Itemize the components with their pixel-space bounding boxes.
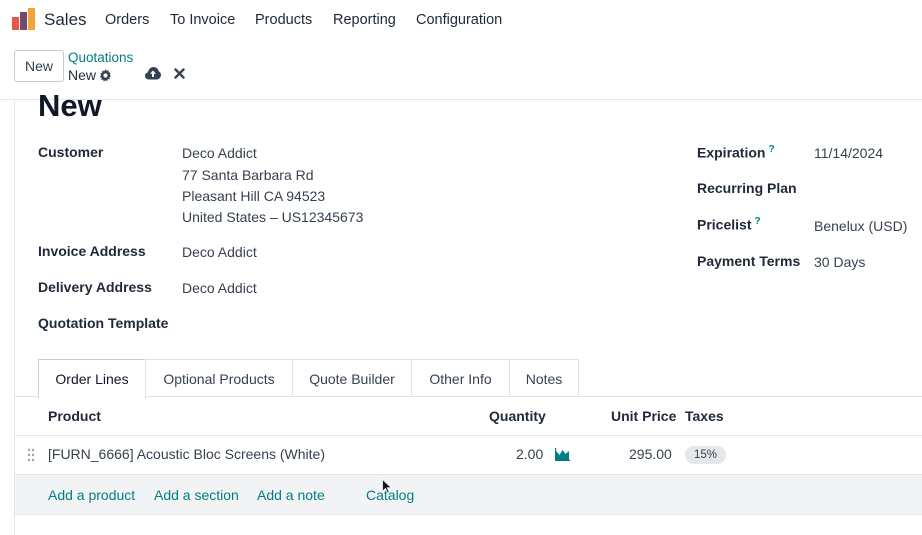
discard-icon[interactable] — [174, 68, 185, 79]
tax-badge[interactable]: 15% — [685, 446, 727, 464]
line-quantity[interactable]: 2.00 — [516, 446, 543, 462]
pricelist-field[interactable]: Benelux (USD) — [814, 218, 907, 234]
tab-other-info[interactable]: Other Info — [411, 359, 510, 397]
tabs-underline — [14, 396, 922, 397]
header-separator — [14, 435, 922, 436]
control-panel-divider — [0, 99, 922, 100]
tab-notes[interactable]: Notes — [509, 359, 579, 397]
add-line-row — [15, 475, 922, 515]
area-chart-icon[interactable] — [555, 448, 570, 461]
pricelist-label-text: Pricelist — [697, 216, 752, 233]
breadcrumb-quotations[interactable]: Quotations — [68, 50, 133, 65]
active-tab-gap — [39, 395, 145, 397]
add-section-link[interactable]: Add a section — [154, 487, 239, 503]
customer-country: United States – US12345673 — [182, 209, 364, 225]
add-row-separator — [14, 514, 922, 515]
menu-products[interactable]: Products — [255, 12, 312, 28]
sales-app-icon[interactable] — [12, 8, 36, 30]
column-quantity[interactable]: Quantity — [489, 408, 546, 424]
quotation-template-field[interactable] — [182, 316, 382, 334]
form-sheet-edge — [14, 100, 15, 535]
invoice-address-field[interactable]: Deco Addict — [182, 244, 257, 260]
delivery-address-field[interactable]: Deco Addict — [182, 280, 257, 296]
invoice-address-label: Invoice Address — [38, 243, 146, 259]
breadcrumb-current: New — [68, 67, 112, 83]
column-product[interactable]: Product — [48, 408, 101, 424]
app-name[interactable]: Sales — [44, 10, 87, 30]
tab-optional-products[interactable]: Optional Products — [145, 359, 293, 397]
new-button[interactable]: New — [14, 50, 64, 82]
gear-icon[interactable] — [99, 68, 112, 82]
customer-name[interactable]: Deco Addict — [182, 145, 257, 161]
breadcrumb-current-label: New — [68, 67, 97, 83]
add-product-link[interactable]: Add a product — [48, 487, 135, 503]
payment-terms-label: Payment Terms — [697, 253, 801, 269]
drag-handle-icon[interactable] — [27, 448, 35, 462]
menu-to-invoice[interactable]: To Invoice — [170, 12, 235, 28]
customer-street: 77 Santa Barbara Rd — [182, 167, 314, 183]
record-title: New — [38, 88, 102, 123]
pricelist-help-icon[interactable]: ? — [754, 216, 760, 227]
customer-city: Pleasant Hill CA 94523 — [182, 188, 326, 204]
payment-terms-field[interactable]: 30 Days — [814, 254, 865, 270]
menu-reporting[interactable]: Reporting — [333, 12, 396, 28]
recurring-plan-field[interactable] — [814, 181, 914, 199]
menu-orders[interactable]: Orders — [105, 12, 149, 28]
add-note-link[interactable]: Add a note — [257, 487, 325, 503]
delivery-address-label: Delivery Address — [38, 279, 152, 295]
mouse-cursor-icon — [382, 479, 392, 494]
expiration-label-text: Expiration — [697, 144, 766, 161]
menu-configuration[interactable]: Configuration — [416, 12, 502, 28]
tab-quote-builder[interactable]: Quote Builder — [292, 359, 412, 397]
column-taxes[interactable]: Taxes — [685, 408, 724, 424]
recurring-plan-label: Recurring Plan — [697, 180, 797, 196]
customer-label: Customer — [38, 144, 104, 160]
tab-order-lines[interactable]: Order Lines — [38, 359, 146, 398]
line-product[interactable]: [FURN_6666] Acoustic Bloc Screens (White… — [48, 446, 325, 462]
column-unit-price[interactable]: Unit Price — [611, 408, 676, 424]
expiration-help-icon[interactable]: ? — [768, 144, 774, 155]
expiration-label: Expiration? — [697, 144, 775, 161]
expiration-field[interactable]: 11/14/2024 — [814, 145, 883, 161]
pricelist-label: Pricelist? — [697, 216, 761, 233]
line-unit-price[interactable]: 295.00 — [629, 446, 672, 462]
quotation-template-label: Quotation Template — [38, 315, 169, 331]
save-cloud-icon[interactable] — [145, 67, 161, 80]
top-navbar: Sales Orders To Invoice Products Reporti… — [0, 0, 922, 40]
